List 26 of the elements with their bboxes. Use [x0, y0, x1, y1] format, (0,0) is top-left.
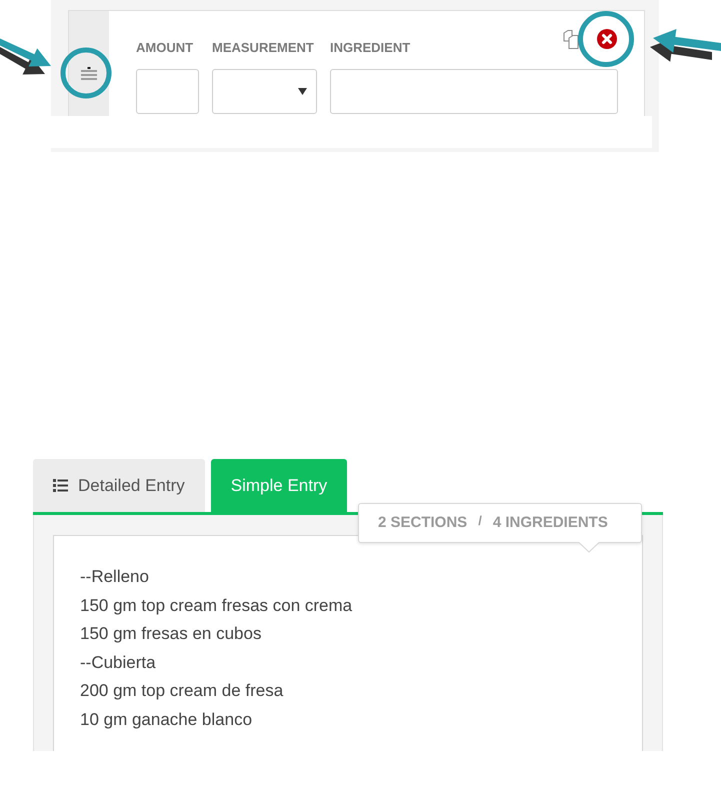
close-icon[interactable] — [597, 29, 617, 49]
column-label: MEASUREMENT — [212, 40, 315, 56]
caret-icon — [298, 88, 307, 95]
ingredients-count: 4 INGREDIENTS — [492, 512, 608, 533]
column-label: INGREDIENT — [330, 40, 412, 56]
sections-count: 2 SECTIONS — [378, 512, 468, 533]
column-label: AMOUNT — [136, 40, 194, 56]
copy-icon[interactable] — [563, 30, 579, 48]
list-icon — [53, 479, 68, 492]
measurement-select[interactable] — [212, 69, 317, 114]
input-field[interactable] — [330, 69, 618, 114]
separator: / — [478, 512, 482, 530]
input-field[interactable] — [136, 69, 199, 114]
highlight-ring — [60, 48, 112, 98]
highlight-ring — [578, 11, 634, 67]
text-line: --Relleno — [80, 566, 149, 588]
text-line: 200 gm top cream de fresa — [80, 680, 284, 702]
text-line: --Cubierta — [80, 652, 156, 674]
ingredients-textarea[interactable]: --Relleno 150 gm top cream fresas con crema 150 gm fresas en cubos --Cubierta 200 gm top cream de fresa 10 gm ganache blanco — [53, 535, 643, 751]
pointer-arrow — [0, 38, 51, 74]
text-line: 150 gm top cream fresas con crema — [80, 594, 352, 617]
tab[interactable]: Detailed Entry — [33, 459, 205, 512]
drag-handle-icon — [81, 67, 97, 80]
text-line: 10 gm ganache blanco — [80, 708, 252, 731]
text-line: 150 gm fresas en cubos — [80, 623, 262, 646]
pointer-arrow — [650, 29, 721, 62]
